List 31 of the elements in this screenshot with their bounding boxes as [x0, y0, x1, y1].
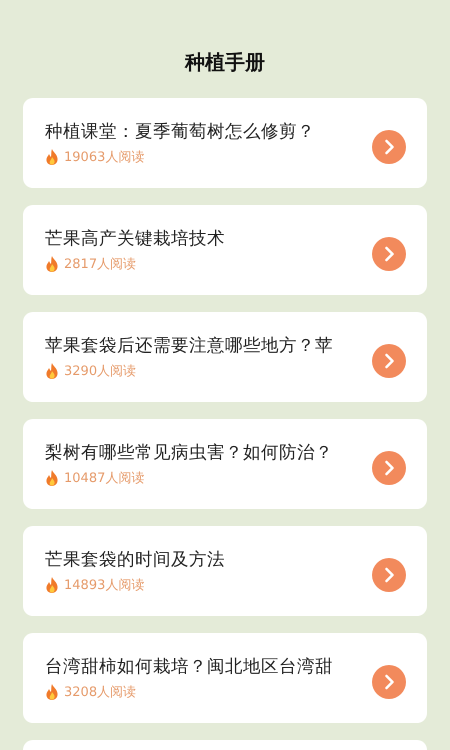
arrow-button[interactable] — [372, 665, 406, 699]
article-card[interactable]: 苹果套袋后还需要注意哪些地方？苹 3290人阅读 — [23, 312, 427, 402]
read-count: 2817人阅读 — [64, 256, 136, 273]
article-title: 苹果套袋后还需要注意哪些地方？苹 — [45, 335, 334, 358]
article-title: 芒果套袋的时间及方法 — [45, 549, 226, 572]
read-count: 10487人阅读 — [64, 470, 144, 487]
flame-icon — [45, 577, 59, 593]
arrow-button[interactable] — [372, 130, 406, 164]
article-card[interactable]: 芒果套袋的时间及方法 14893人阅读 — [23, 526, 427, 616]
flame-icon — [45, 149, 59, 165]
read-count: 19063人阅读 — [64, 149, 144, 166]
article-card[interactable]: 台湾甜柿如何栽培？闽北地区台湾甜 3208人阅读 — [23, 633, 427, 723]
arrow-button[interactable] — [372, 451, 406, 485]
flame-icon — [45, 470, 59, 486]
arrow-button[interactable] — [372, 558, 406, 592]
flame-icon — [45, 363, 59, 379]
flame-icon — [45, 256, 59, 272]
flame-icon — [45, 684, 59, 700]
article-title: 台湾甜柿如何栽培？闽北地区台湾甜 — [45, 656, 334, 679]
arrow-button[interactable] — [372, 344, 406, 378]
read-count: 3290人阅读 — [64, 363, 136, 380]
article-title: 梨树有哪些常见病虫害？如何防治？ — [45, 442, 334, 465]
page-title: 种植手册 — [185, 49, 265, 76]
arrow-button[interactable] — [372, 237, 406, 271]
read-count: 14893人阅读 — [64, 577, 144, 594]
article-title: 种植课堂：夏季葡萄树怎么修剪？ — [45, 121, 316, 144]
article-title: 芒果高产关键栽培技术 — [45, 228, 226, 251]
article-card[interactable]: 芒果高产关键栽培技术 2817人阅读 — [23, 205, 427, 295]
article-card[interactable]: 种植课堂：夏季葡萄树怎么修剪？ 19063人阅读 — [23, 98, 427, 188]
article-card[interactable]: 梨树有哪些常见病虫害？如何防治？ 10487人阅读 — [23, 419, 427, 509]
read-count: 3208人阅读 — [64, 684, 136, 701]
